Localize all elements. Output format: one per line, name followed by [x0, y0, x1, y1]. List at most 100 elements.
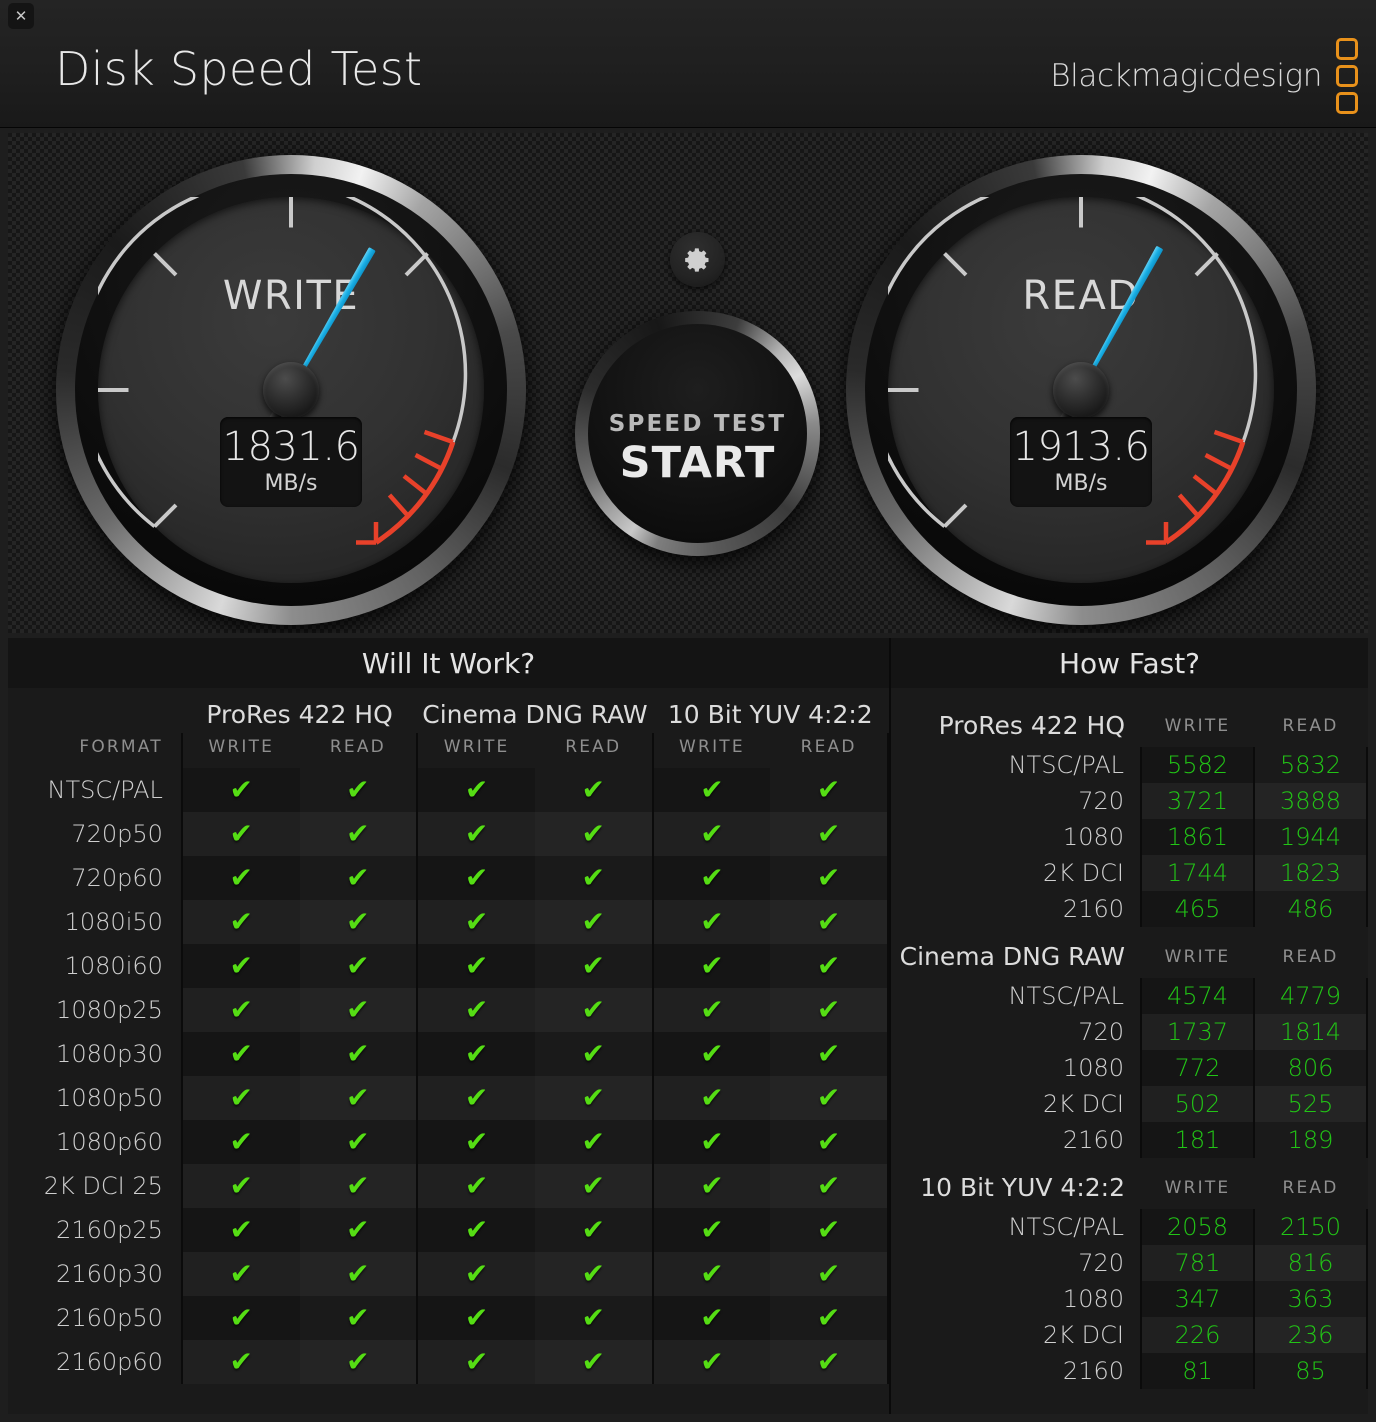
check-icon: ✔ [816, 1301, 841, 1334]
compat-cell: ✔ [299, 1164, 418, 1208]
compat-cell: ✔ [180, 988, 300, 1032]
write-speed-value: 465 [1140, 891, 1254, 927]
sub-header-2-0: WRITE [651, 733, 771, 768]
compat-cell: ✔ [770, 944, 889, 988]
start-button-sublabel: SPEED TEST [608, 411, 787, 437]
table-row: 720p60 ✔ ✔ ✔ ✔ ✔ ✔ [8, 856, 889, 900]
check-icon: ✔ [816, 817, 841, 850]
compat-cell: ✔ [770, 988, 889, 1032]
write-speed-value: 347 [1140, 1281, 1254, 1317]
gear-glyph [684, 247, 708, 272]
compat-cell: ✔ [651, 1340, 771, 1384]
compat-cell: ✔ [416, 900, 535, 944]
check-icon: ✔ [346, 773, 370, 806]
compat-cell: ✔ [416, 1252, 535, 1296]
check-icon: ✔ [816, 993, 841, 1026]
check-icon: ✔ [464, 773, 489, 806]
table-row: 2160p30 ✔ ✔ ✔ ✔ ✔ ✔ [8, 1252, 889, 1296]
compat-cell: ✔ [534, 1032, 653, 1076]
check-icon: ✔ [581, 1081, 605, 1114]
write-speed-value: 772 [1140, 1050, 1254, 1086]
resolution-label: 1080 [1062, 1054, 1124, 1082]
table-row: 2K DCI 502 525 [891, 1086, 1368, 1122]
how-fast-section-name-2: 10 Bit YUV 4:2:2 [920, 1173, 1125, 1202]
resolution-label: 2K DCI [1043, 1321, 1124, 1349]
table-row: 1080 347 363 [891, 1281, 1368, 1317]
check-icon: ✔ [229, 773, 253, 806]
close-icon[interactable]: ✕ [8, 3, 34, 29]
compat-cell: ✔ [416, 1296, 535, 1340]
compat-cell: ✔ [299, 1340, 418, 1384]
check-icon: ✔ [816, 1081, 841, 1114]
resolution-label: 1080 [1062, 1285, 1124, 1313]
how-fast-sub-header-0-1: READ [1282, 715, 1339, 736]
check-icon: ✔ [229, 1213, 253, 1246]
resolution-label: 2K DCI [1043, 859, 1124, 887]
speed-test-start-button[interactable]: SPEED TEST START [575, 311, 820, 556]
compat-cell: ✔ [534, 1164, 653, 1208]
check-icon: ✔ [700, 817, 724, 850]
resolution-label: NTSC/PAL [1008, 751, 1124, 779]
compat-cell: ✔ [770, 1032, 889, 1076]
check-icon: ✔ [464, 1301, 489, 1334]
compat-cell: ✔ [299, 812, 418, 856]
compat-cell: ✔ [180, 1340, 300, 1384]
check-icon: ✔ [816, 1169, 841, 1202]
compat-cell: ✔ [299, 1120, 418, 1164]
read-speed-value: 1944 [1253, 819, 1368, 855]
table-row: 1080i50 ✔ ✔ ✔ ✔ ✔ ✔ [8, 900, 889, 944]
group-header-0: ProRes 422 HQ [206, 700, 393, 729]
compat-cell: ✔ [416, 988, 535, 1032]
check-icon: ✔ [229, 861, 253, 894]
compat-cell: ✔ [180, 1208, 300, 1252]
compat-cell: ✔ [416, 856, 535, 900]
read-speed-value: 189 [1253, 1122, 1368, 1158]
check-icon: ✔ [581, 993, 605, 1026]
check-icon: ✔ [816, 1037, 841, 1070]
write-speed-value: 1861 [1140, 819, 1254, 855]
write-gauge-label: WRITE [222, 273, 360, 319]
write-speed-value: 181 [1140, 1122, 1254, 1158]
check-icon: ✔ [346, 1257, 370, 1290]
read-speed-value: 816 [1253, 1245, 1368, 1281]
will-it-work-panel: Will It Work? FORMAT ProRes 422 HQ Cinem… [8, 638, 889, 1414]
how-fast-section-header: ProRes 422 HQ WRITE READ [891, 696, 1367, 747]
check-icon: ✔ [581, 773, 605, 806]
compat-cell: ✔ [651, 812, 771, 856]
check-icon: ✔ [464, 817, 489, 850]
compat-cell: ✔ [534, 1076, 653, 1120]
read-gauge: READ 1913.6 MB/s [846, 155, 1316, 625]
group-header-2: 10 Bit YUV 4:2:2 [667, 700, 873, 729]
compat-cell: ✔ [651, 1296, 771, 1340]
how-fast-body: ProRes 422 HQ WRITE READ NTSC/PAL 5582 5832 72… [891, 696, 1368, 1389]
compat-cell: ✔ [770, 1296, 889, 1340]
write-readout: 1831.6 MB/s [220, 417, 362, 507]
format-label: 2K DCI 25 [43, 1172, 163, 1200]
gear-icon[interactable] [670, 232, 725, 287]
how-fast-section-header: Cinema DNG RAW WRITE READ [891, 927, 1367, 978]
read-speed-value: 4779 [1253, 978, 1368, 1014]
compat-cell: ✔ [651, 768, 771, 812]
how-fast-sub-header-1-1: READ [1282, 946, 1339, 967]
check-icon: ✔ [581, 1169, 605, 1202]
compat-cell: ✔ [180, 856, 300, 900]
check-icon: ✔ [464, 1213, 489, 1246]
check-icon: ✔ [346, 861, 370, 894]
check-icon: ✔ [700, 949, 724, 982]
check-icon: ✔ [581, 1125, 605, 1158]
read-gauge-label: READ [1022, 273, 1140, 319]
check-icon: ✔ [346, 949, 370, 982]
sub-header-1-0: WRITE [416, 733, 535, 768]
table-row: 2160p25 ✔ ✔ ✔ ✔ ✔ ✔ [8, 1208, 889, 1252]
table-row: 2K DCI 226 236 [891, 1317, 1368, 1353]
compat-cell: ✔ [651, 988, 771, 1032]
table-row: 720 1737 1814 [891, 1014, 1368, 1050]
compat-cell: ✔ [651, 856, 771, 900]
read-speed-value: 3888 [1253, 783, 1368, 819]
check-icon: ✔ [581, 1345, 605, 1378]
check-icon: ✔ [346, 1301, 370, 1334]
read-speed-value: 5832 [1253, 747, 1368, 783]
compat-cell: ✔ [180, 1164, 300, 1208]
compat-cell: ✔ [534, 856, 653, 900]
compat-cell: ✔ [534, 1340, 653, 1384]
